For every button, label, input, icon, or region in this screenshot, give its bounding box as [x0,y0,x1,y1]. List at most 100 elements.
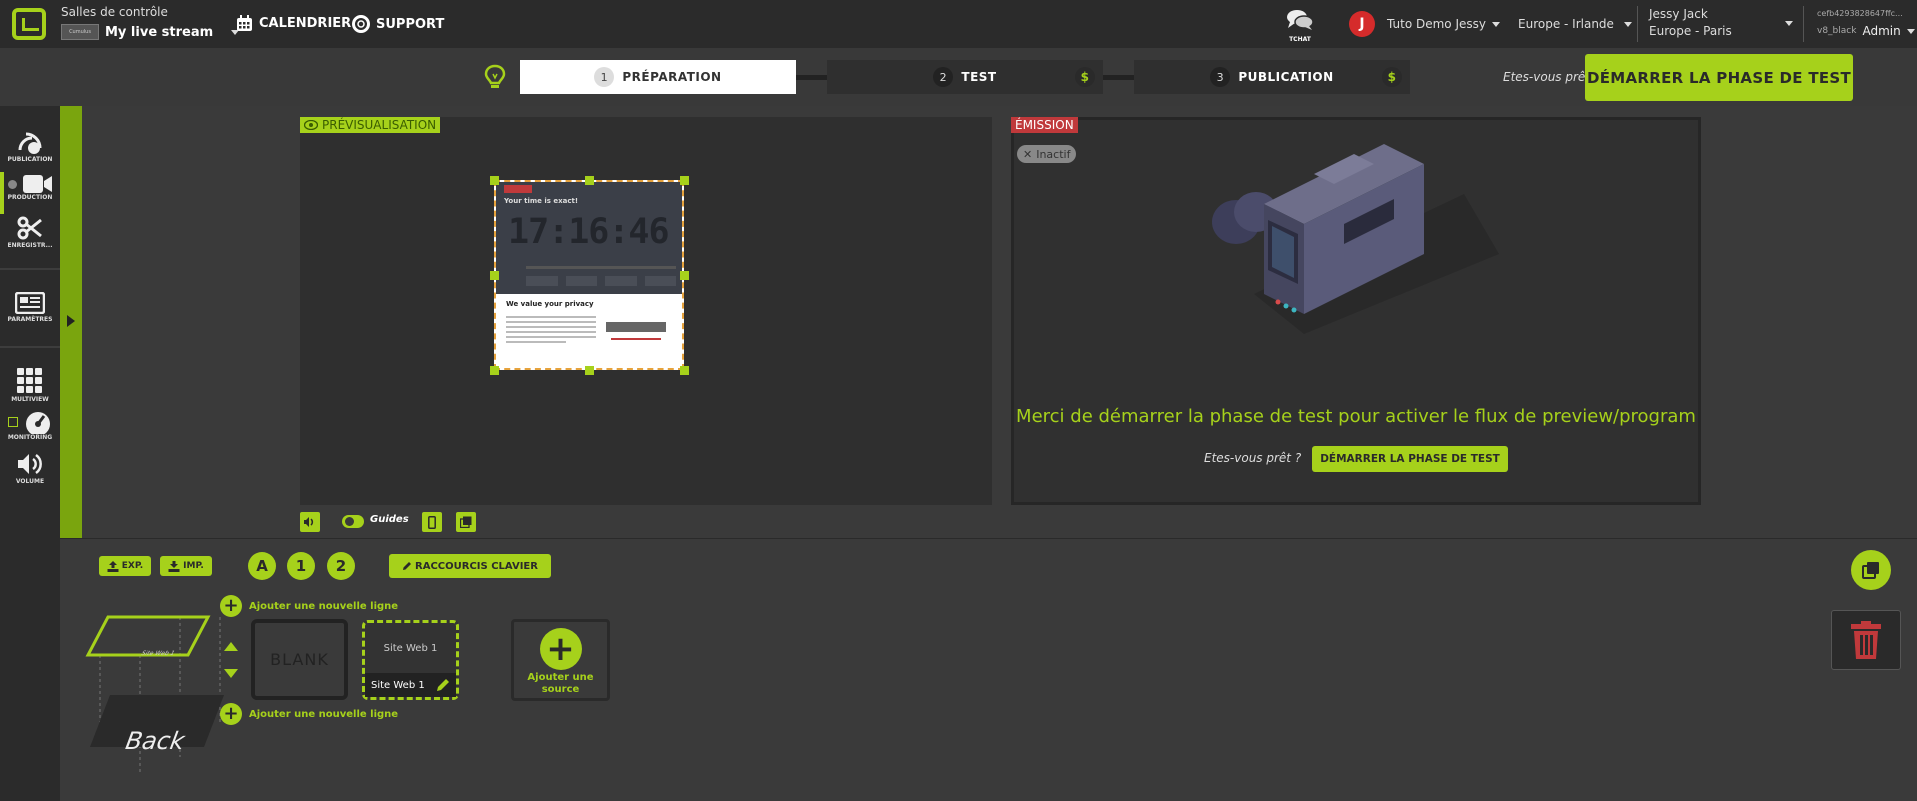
website-source-frame[interactable]: Your time is exact! 17:16:46 We value yo… [494,180,684,370]
sidebar-item-volume[interactable]: VOLUME [0,452,60,485]
org-name: Tuto Demo Jessy [1387,17,1486,31]
sidebar-item-label: MONITORING [7,434,53,441]
emission-message: Merci de démarrer la phase de test pour … [1016,406,1696,427]
emission-panel: ✕ Inactif Merci de démarrer la phase de … [1011,117,1701,505]
source-name: Site Web 1 [371,679,425,691]
role-label: Admin [1862,24,1901,38]
step-publication[interactable]: 3 PUBLICATION $ [1134,60,1410,94]
resize-handle[interactable] [680,271,689,280]
volume-icon [304,517,314,527]
source-title: Site Web 1 [383,643,438,654]
sidebar-item-publication[interactable]: PUBLICATION [0,128,60,163]
add-line-top-button[interactable]: + Ajouter une nouvelle ligne [220,595,398,617]
import-button[interactable]: IMP. [160,556,212,576]
site-heading: Your time is exact! [504,197,579,205]
region-selector[interactable]: Europe - Irlande [1518,0,1632,48]
step-connector [1102,75,1134,80]
user-timezone: Europe - Paris [1649,24,1732,38]
site-clock: 17:16:46 [508,212,670,252]
nav-support[interactable]: SUPPORT [352,15,444,33]
privacy-link [611,338,661,340]
delete-dropzone[interactable] [1831,610,1901,670]
resize-handle[interactable] [490,366,499,375]
preview-panel: Your time is exact! 17:16:46 We value yo… [300,117,992,505]
keyboard-shortcuts-button[interactable]: RACCOURCIS CLAVIER [389,554,551,578]
satellite-icon [18,132,42,154]
close-icon: ✕ [1023,147,1033,161]
app-logo[interactable] [12,8,46,40]
grid-icon [17,368,42,393]
camera-icon [22,175,52,193]
user-menu[interactable]: Jessy Jack Europe - Paris [1649,7,1793,38]
resize-handle[interactable] [585,176,594,185]
layer-1-button[interactable]: 1 [287,552,315,580]
sidebar-item-settings[interactable]: PARAMÈTRES [0,292,60,323]
sidebar-item-monitoring[interactable]: MONITORING [0,410,60,441]
resize-handle[interactable] [490,176,499,185]
layer-a-button[interactable]: A [248,552,276,580]
eye-icon [304,120,318,130]
dollar-icon: $ [1382,67,1402,87]
plus-icon: + [220,595,242,617]
add-line-bottom-button[interactable]: + Ajouter une nouvelle ligne [220,703,398,725]
sidebar-item-production[interactable]: PRODUCTION [0,174,60,201]
bottom-panel: EXP. IMP. A 1 2 RACCOURCIS CLAVIER Site … [60,538,1917,801]
org-selector[interactable]: J Tuto Demo Jessy [1349,0,1500,48]
step-number: 1 [594,67,615,87]
step-preparation[interactable]: 1 PRÉPARATION [520,60,796,94]
website-header: Your time is exact! 17:16:46 [496,182,682,294]
layer-2-button[interactable]: 2 [327,552,355,580]
camera-illustration [1212,144,1499,334]
status-text: Inactif [1036,147,1071,161]
gauge-icon [26,412,50,434]
site-bar [526,266,676,269]
chat-label: TCHAT [1289,36,1311,43]
guides-label: Guides [370,514,409,525]
account-id: cefb4293828647ffc... [1817,9,1903,18]
chevron-down-icon [1623,21,1632,27]
preview-audio-button[interactable] [300,512,320,532]
export-button[interactable]: EXP. [99,556,151,576]
pencil-icon[interactable] [436,678,450,692]
resize-handle[interactable] [585,366,594,375]
resize-handle[interactable] [680,366,689,375]
mobile-icon [428,515,436,529]
resize-handle[interactable] [680,176,689,185]
copy-layers-button[interactable] [1851,550,1891,590]
chevron-up-icon[interactable] [224,641,238,651]
sidebar-item-recordings[interactable]: ENREGISTR... [0,216,60,249]
mobile-view-button[interactable] [422,512,442,532]
privacy-accept [606,322,666,332]
layer-back-label: Back [123,727,187,755]
lightbulb-icon[interactable] [484,64,506,90]
website-source-tile[interactable]: Site Web 1 Site Web 1 [362,620,459,700]
layer-front-label: Site Web 1 [140,650,176,657]
add-line-label: Ajouter une nouvelle ligne [249,708,399,720]
blank-source-tile[interactable]: BLANK [251,619,348,700]
export-label: EXP. [121,561,144,571]
user-name: Jessy Jack [1649,7,1708,21]
copy-icon [460,516,472,528]
checkbox-checked[interactable] [8,417,18,427]
add-source-tile[interactable]: + Ajouter une source [511,619,610,701]
chevron-down-icon[interactable] [224,669,238,679]
duplicate-button[interactable] [456,512,476,532]
preview-label-text: PRÉVISUALISATION [322,118,437,132]
sidebar-item-multiview[interactable]: MULTIVIEW [0,368,60,403]
dollar-icon: $ [1075,67,1095,87]
stream-name: My live stream [105,24,214,40]
collapse-panel-toggle[interactable] [60,106,82,538]
guides-toggle[interactable] [342,515,364,528]
nav-calendar[interactable]: CALENDRIER [236,15,351,32]
sidebar-item-label: PUBLICATION [7,156,53,163]
emission-start-test-button[interactable]: DÉMARRER LA PHASE DE TEST [1312,446,1508,472]
start-test-button[interactable]: DÉMARRER LA PHASE DE TEST [1585,54,1853,101]
chat-button[interactable]: TCHAT [1286,8,1314,43]
layer-stack-diagram [85,615,224,772]
account-info[interactable]: cefb4293828647ffc... v8_black Admin [1817,9,1915,38]
resize-handle[interactable] [490,271,499,280]
nav-support-label: SUPPORT [376,16,445,32]
stream-selector[interactable]: Cumulus My live stream [61,24,240,40]
room-title: Salles de contrôle [61,5,168,19]
step-test[interactable]: 2 TEST $ [827,60,1103,94]
